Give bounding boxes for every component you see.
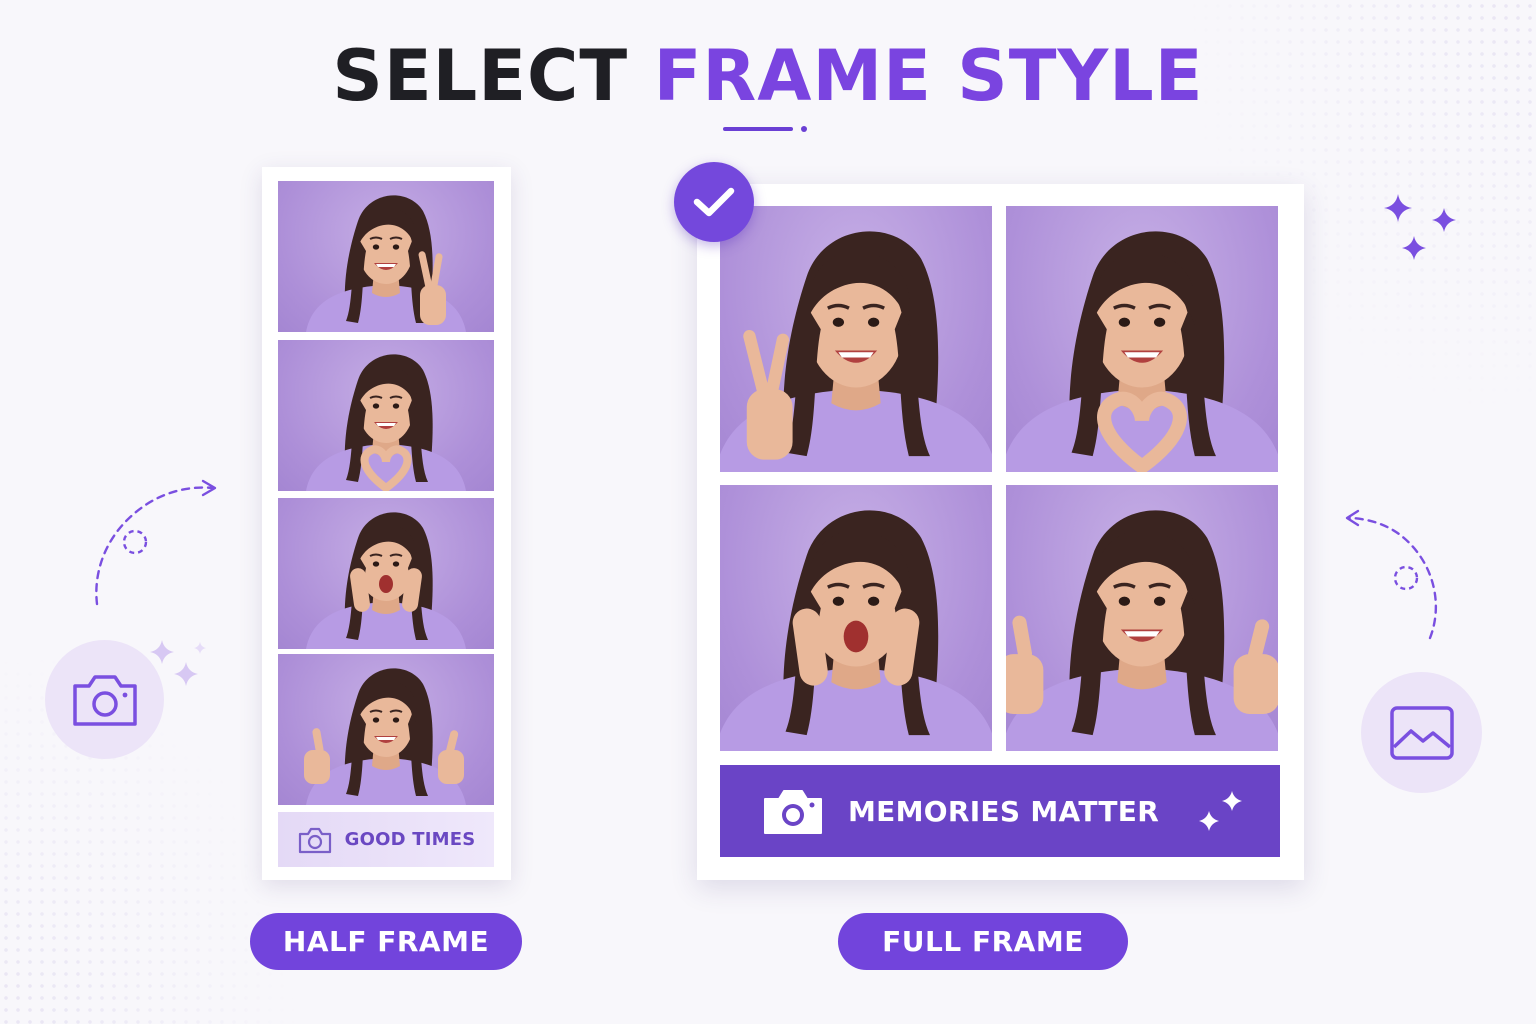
camera-icon (764, 790, 822, 834)
selected-check-badge (674, 162, 754, 242)
photo-thumbs-up-wink (1006, 485, 1278, 751)
dashed-arrow-icon (1345, 509, 1438, 640)
photo-heart-hands (278, 340, 494, 491)
title-part-2: FRAME STYLE (653, 35, 1204, 117)
full-frame-button[interactable]: FULL FRAME (838, 913, 1128, 970)
image-badge (1361, 672, 1482, 793)
camera-icon (298, 827, 331, 853)
image-icon (1389, 705, 1454, 760)
half-frame-caption: GOOD TIMES (278, 812, 494, 867)
photo-peace-sign (720, 206, 992, 472)
half-caption-text: GOOD TIMES (344, 829, 476, 850)
full-frame-option[interactable]: MEMORIES MATTER (697, 184, 1304, 880)
photo-thumbs-up-wink (278, 654, 494, 805)
sparkle-icon (150, 640, 206, 686)
full-frame-caption: MEMORIES MATTER (720, 765, 1280, 857)
photo-surprised (278, 498, 494, 649)
page-title: SELECT FRAME STYLE (0, 36, 1536, 116)
sparkle-icon (1199, 791, 1242, 831)
title-part-1: SELECT (332, 35, 629, 117)
dashed-arrow-icon (95, 479, 217, 606)
half-frame-button[interactable]: HALF FRAME (250, 913, 522, 970)
photo-heart-hands (1006, 206, 1278, 472)
full-caption-text: MEMORIES MATTER (848, 795, 1160, 828)
photo-surprised (720, 485, 992, 751)
camera-icon (72, 674, 137, 726)
photo-peace-sign (278, 181, 494, 332)
title-underline-dot (801, 126, 807, 132)
title-underline (723, 127, 793, 131)
sparkle-icon (1384, 194, 1456, 260)
check-icon (693, 187, 735, 217)
half-frame-option[interactable]: GOOD TIMES (262, 167, 511, 880)
